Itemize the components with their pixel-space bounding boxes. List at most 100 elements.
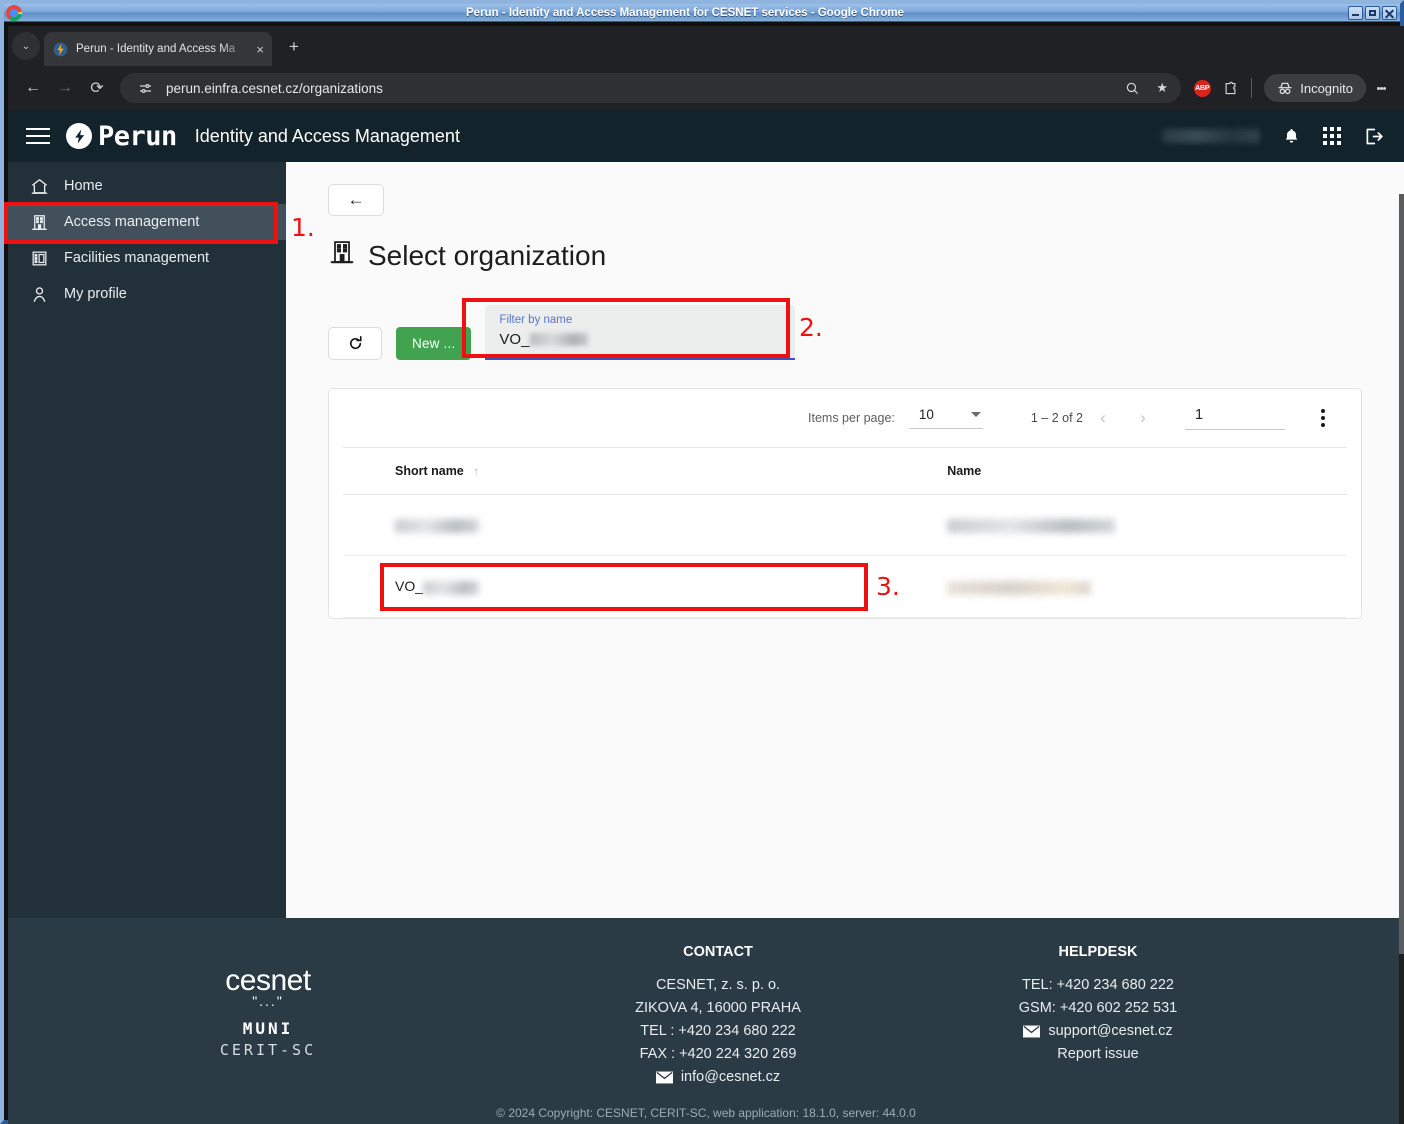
- contact-email[interactable]: info@cesnet.cz: [528, 1066, 908, 1089]
- apps-grid-icon[interactable]: [1323, 127, 1341, 145]
- muni-logo-text: MUNI: [242, 1019, 294, 1038]
- cesnet-logo-dots: "...": [252, 993, 284, 1009]
- window-titlebar: Perun - Identity and Access Management f…: [4, 4, 1400, 22]
- main-content: ← Select organization New ... Filter by …: [286, 162, 1404, 918]
- notifications-bell-icon[interactable]: [1282, 127, 1301, 146]
- sidebar-item-home[interactable]: Home: [8, 168, 286, 204]
- perun-bolt-icon: [66, 123, 92, 149]
- scrollbar-thumb[interactable]: [1399, 194, 1404, 954]
- browser-window: ⌄ Perun - Identity and Access Ma × + ← →…: [8, 26, 1404, 1124]
- annotation-number-3: 3.: [876, 572, 900, 601]
- footer-logos: cesnet "..." MUNI CERIT-SC: [8, 944, 528, 1060]
- contact-line: TEL : +420 234 680 222: [640, 1023, 796, 1039]
- close-icon[interactable]: ×: [256, 43, 264, 56]
- app-body: Home Access management Facilities manage…: [8, 162, 1404, 918]
- sidebar-item-label: My profile: [64, 286, 127, 302]
- report-issue-link[interactable]: Report issue: [908, 1043, 1288, 1066]
- url-text: perun.einfra.cesnet.cz/organizations: [166, 80, 383, 96]
- sidebar-item-label: Facilities management: [64, 250, 210, 266]
- window-controls: [1348, 5, 1397, 20]
- annotation-number-1: 1.: [291, 213, 315, 242]
- footer-helpdesk: HELPDESK TEL: +420 234 680 222 GSM: +420…: [908, 944, 1288, 1066]
- column-header-name[interactable]: Name: [895, 447, 1347, 495]
- table-options-menu-icon[interactable]: [1301, 409, 1345, 427]
- app-subtitle: Identity and Access Management: [194, 125, 460, 146]
- contact-line: CESNET, z. s. p. o.: [655, 977, 781, 993]
- redacted-value: [395, 519, 479, 534]
- browser-menu-icon[interactable]: [1368, 73, 1394, 103]
- extensions-puzzle-icon[interactable]: [1217, 75, 1243, 101]
- helpdesk-email-text: support@cesnet.cz: [1048, 1023, 1173, 1039]
- back-button[interactable]: ←: [328, 184, 384, 216]
- redacted-value: [947, 580, 1092, 595]
- footer-copyright: © 2024 Copyright: CESNET, CERIT-SC, web …: [8, 1102, 1404, 1124]
- column-label: Short name: [395, 464, 464, 478]
- sidebar-item-label: Access management: [64, 214, 200, 230]
- email-icon: [1023, 1025, 1041, 1038]
- annotation-number-2: 2.: [799, 313, 823, 342]
- window-maximize-button[interactable]: [1365, 5, 1380, 20]
- sidebar-item-access-management[interactable]: Access management: [8, 204, 286, 240]
- tab-search-chevron-icon[interactable]: ⌄: [12, 32, 40, 60]
- items-per-page-label: Items per page:: [808, 411, 895, 425]
- helpdesk-email[interactable]: support@cesnet.cz: [908, 1020, 1288, 1043]
- table-row[interactable]: [343, 494, 1347, 557]
- incognito-indicator[interactable]: Incognito: [1264, 74, 1366, 102]
- filter-by-name-value: VO_: [499, 331, 783, 348]
- reload-icon[interactable]: ⟳: [82, 73, 112, 103]
- window-close-button[interactable]: [1382, 5, 1397, 20]
- page-title-text: Select organization: [368, 239, 607, 271]
- column-header-short-name[interactable]: Short name ↑: [343, 447, 896, 495]
- sidebar-item-facilities-management[interactable]: Facilities management: [8, 240, 286, 276]
- incognito-icon: [1278, 82, 1292, 95]
- helpdesk-line: TEL: +420 234 680 222: [1022, 977, 1174, 993]
- cerit-sc-logo-text: CERIT-SC: [219, 1041, 317, 1059]
- filter-text: VO_: [499, 331, 530, 348]
- site-settings-icon[interactable]: [132, 75, 158, 101]
- refresh-button[interactable]: [328, 327, 382, 360]
- perun-logo[interactable]: Perun: [66, 121, 177, 152]
- incognito-label: Incognito: [1300, 80, 1353, 96]
- organization-row-vo[interactable]: VO_: [343, 555, 1347, 618]
- items-per-page-select[interactable]: 10: [908, 407, 983, 429]
- email-icon: [655, 1071, 673, 1084]
- user-name-redacted: [1162, 129, 1260, 143]
- new-organization-button[interactable]: New ...: [396, 327, 472, 360]
- content-toolbar: New ... Filter by name VO_: [328, 305, 1364, 360]
- contact-line: ZIKOVA 4, 16000 PRAHA: [635, 1000, 801, 1016]
- menu-icon[interactable]: [26, 128, 50, 144]
- browser-tabstrip: ⌄ Perun - Identity and Access Ma × +: [8, 26, 1404, 66]
- browser-omnibar: ← → ⟳ perun.einfra.cesnet.cz/organizatio…: [8, 66, 1404, 110]
- items-per-page-value: 10: [918, 407, 934, 422]
- footer-contact: CONTACT CESNET, z. s. p. o. ZIKOVA 4, 16…: [528, 944, 908, 1089]
- adblock-plus-extension-icon[interactable]: ABP: [1189, 75, 1215, 101]
- chrome-logo-icon: [6, 4, 22, 21]
- cell-short-name: [343, 494, 896, 557]
- search-icon[interactable]: [1119, 75, 1145, 101]
- abp-badge: ABP: [1193, 79, 1211, 97]
- sidebar: Home Access management Facilities manage…: [8, 162, 286, 918]
- back-icon[interactable]: ←: [18, 73, 48, 103]
- sort-ascending-icon: ↑: [473, 464, 480, 478]
- previous-page-button[interactable]: ‹: [1083, 408, 1123, 428]
- cell-name: [895, 494, 1347, 557]
- next-page-button[interactable]: ›: [1123, 408, 1163, 428]
- logout-icon[interactable]: [1363, 126, 1384, 147]
- facility-icon: [28, 249, 50, 268]
- cell-name: [895, 555, 1347, 618]
- redacted-value: [947, 519, 1116, 534]
- contact-email-text: info@cesnet.cz: [680, 1069, 781, 1085]
- filter-by-name-input[interactable]: Filter by name VO_: [485, 305, 796, 360]
- home-icon: [28, 177, 50, 196]
- new-tab-button[interactable]: +: [280, 34, 308, 62]
- browser-tab[interactable]: Perun - Identity and Access Ma ×: [44, 32, 272, 66]
- page-footer: cesnet "..." MUNI CERIT-SC CONTACT CESNE…: [8, 918, 1404, 1124]
- forward-icon[interactable]: →: [50, 73, 80, 103]
- sidebar-item-my-profile[interactable]: My profile: [8, 276, 286, 312]
- page-number-input[interactable]: 1: [1185, 407, 1285, 430]
- page-scrollbar[interactable]: [1399, 194, 1404, 1124]
- address-bar[interactable]: perun.einfra.cesnet.cz/organizations ★: [120, 73, 1182, 103]
- window-minimize-button[interactable]: [1348, 5, 1363, 20]
- bookmark-star-icon[interactable]: ★: [1149, 75, 1175, 101]
- cell-short-name: VO_: [343, 555, 896, 618]
